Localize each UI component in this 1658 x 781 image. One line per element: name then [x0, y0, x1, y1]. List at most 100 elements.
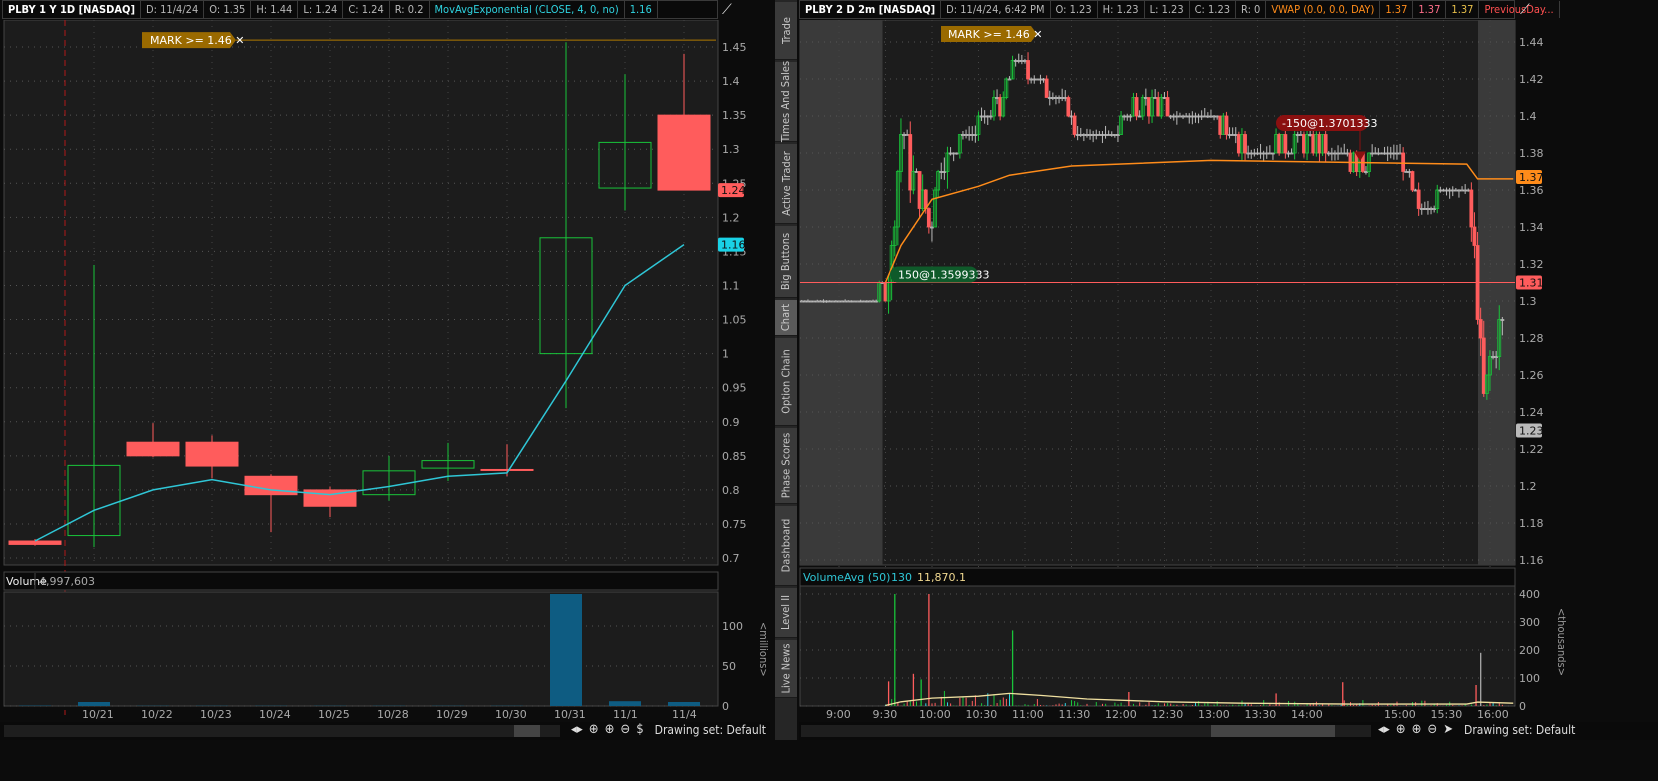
- y-tick-label: 1.28: [1519, 332, 1544, 345]
- volume-average: 11,870.1: [917, 571, 966, 584]
- ema-value-label: 1.16: [721, 239, 746, 252]
- price-bar: [1066, 97, 1071, 117]
- dollar-icon[interactable]: $: [636, 722, 643, 737]
- volume-tick-label: 100: [722, 620, 743, 633]
- right-chart-canvas[interactable]: 1.16 1.18 1.2 1.22 1.24 1.26 1.28 1.3 1.32 1.34 1.…: [797, 20, 1658, 720]
- pointer-icon[interactable]: ➤: [1443, 722, 1453, 737]
- crosshair-icon[interactable]: ⊕: [1396, 722, 1406, 737]
- right-scrollbar[interactable]: [801, 725, 1371, 737]
- price-bar: [926, 208, 931, 228]
- side-tab-big-buttons[interactable]: Big Buttons: [775, 226, 797, 298]
- side-tab-phase-scores[interactable]: Phase Scores: [775, 428, 797, 504]
- price-bar: [1277, 134, 1282, 154]
- y-tick-label: 1.18: [1519, 517, 1544, 530]
- price-bar: [1147, 97, 1151, 117]
- side-tab-label: Live News: [779, 643, 793, 694]
- left-scrollbar[interactable]: [4, 725, 560, 737]
- x-tick-label: 10/28: [377, 708, 409, 720]
- side-tab-live-news[interactable]: Live News: [775, 640, 797, 698]
- sell-fill-label: -150@1.3701333: [1282, 117, 1377, 130]
- price-bar: [1283, 134, 1288, 154]
- x-tick-label: 11/1: [613, 708, 638, 720]
- left-low: L: 1.24: [298, 1, 344, 18]
- side-tab-level-ii[interactable]: Level II: [775, 588, 797, 638]
- volume-tick-label: 0: [722, 700, 729, 713]
- x-tick-label: 12:30: [1152, 708, 1184, 720]
- volume-tick-label: 0: [1519, 700, 1526, 713]
- y-tick-label: 1.35: [722, 109, 747, 122]
- afterhours-shade: [1478, 20, 1515, 565]
- price-bar: [1302, 134, 1306, 154]
- right-volume-unit: <thousands>: [1555, 608, 1568, 676]
- right-study-label[interactable]: VWAP (0.0, 0.0, DAY): [1266, 1, 1381, 18]
- y-tick-label: 0.9: [722, 416, 740, 429]
- last-price-label: 1.23: [1519, 425, 1544, 438]
- pan-icon[interactable]: ◂▸: [571, 722, 583, 737]
- left-study-value: 1.16: [625, 1, 658, 18]
- x-tick-label: 16:00: [1477, 708, 1509, 720]
- zoom-in-icon[interactable]: ⊕: [605, 722, 615, 737]
- volume-header: [3, 571, 719, 591]
- x-tick-label: 10/21: [82, 708, 114, 720]
- x-tick-label: 10/22: [141, 708, 173, 720]
- side-tab-option-chain[interactable]: Option Chain: [775, 338, 797, 426]
- x-tick-label: 11:30: [1059, 708, 1091, 720]
- y-tick-label: 1.42: [1519, 73, 1544, 86]
- side-tab-label: Active Trader: [779, 151, 793, 216]
- right-bottom-toolbar: ◂▸ ⊕ ⊕ ⊖ ➤ Drawing set: Default: [799, 722, 1658, 740]
- volume-bar: [78, 702, 110, 706]
- volume-bar: [609, 701, 641, 706]
- left-chart-canvas[interactable]: 0.70.750.80.850.90.9511.051.11.151.21.25…: [0, 20, 770, 720]
- x-tick-label: 10/31: [554, 708, 586, 720]
- right-drawing-set[interactable]: Drawing set: Default: [1464, 723, 1575, 737]
- right-close: C: 1.23: [1190, 1, 1237, 18]
- pan-icon[interactable]: ◂▸: [1378, 722, 1390, 737]
- side-tab-chart[interactable]: Chart: [775, 300, 797, 336]
- right-high: H: 1.23: [1098, 1, 1145, 18]
- right-chart-header: PLBY 2 D 2m [NASDAQ] D: 11/4/24, 6:42 PM…: [799, 0, 1560, 19]
- left-chart-style-icon[interactable]: ⟋: [722, 2, 732, 18]
- zoom-out-icon[interactable]: ⊖: [1427, 722, 1437, 737]
- y-tick-label: 1.36: [1519, 184, 1544, 197]
- x-tick-label: 13:00: [1198, 708, 1230, 720]
- side-tab-trade[interactable]: Trade: [775, 2, 797, 60]
- x-tick-label: 14:00: [1291, 708, 1323, 720]
- x-tick-label: 13:30: [1245, 708, 1277, 720]
- volume-pane: [799, 585, 1516, 707]
- left-symbol[interactable]: PLBY 1 Y 1D [NASDAQ]: [3, 1, 141, 18]
- premarket-shade: [800, 20, 883, 565]
- price-bar: [1156, 97, 1161, 117]
- x-tick-label: 9:00: [826, 708, 851, 720]
- left-chart-header: PLBY 1 Y 1D [NASDAQ] D: 11/4/24 O: 1.35 …: [2, 0, 718, 19]
- x-tick-label: 10:00: [919, 708, 951, 720]
- side-tab-times-and-sales[interactable]: Times And Sales: [775, 61, 797, 142]
- y-tick-label: 0.95: [722, 382, 747, 395]
- crosshair-icon[interactable]: ⊕: [589, 722, 599, 737]
- price-bar: [1243, 134, 1247, 154]
- price-bar: [1478, 319, 1483, 339]
- zoom-out-icon[interactable]: ⊖: [620, 722, 630, 737]
- price-bar: [1410, 171, 1415, 191]
- side-tab-active-trader[interactable]: Active Trader: [775, 144, 797, 224]
- left-drawing-set[interactable]: Drawing set: Default: [655, 723, 766, 737]
- buy-fill-label: 150@1.3599333: [898, 269, 989, 282]
- price-bar: [1323, 134, 1328, 154]
- price-bar: [1401, 152, 1406, 172]
- side-tab-label: Option Chain: [779, 349, 793, 414]
- zoom-in-icon[interactable]: ⊕: [1412, 722, 1422, 737]
- candle-10/22: [126, 441, 180, 457]
- price-bar: [1165, 97, 1170, 117]
- candle-11/4: [657, 114, 711, 191]
- volume-value: 130: [891, 571, 912, 584]
- x-tick-label: 10/29: [436, 708, 468, 720]
- side-tab-label: Dashboard: [779, 518, 793, 573]
- y-tick-label: 1.38: [1519, 147, 1544, 160]
- left-study-label[interactable]: MovAvgExponential (CLOSE, 4, 0, no): [430, 1, 625, 18]
- volume-value: 4,997,603: [39, 575, 95, 588]
- side-tab-dashboard[interactable]: Dashboard: [775, 506, 797, 586]
- right-symbol[interactable]: PLBY 2 D 2m [NASDAQ]: [800, 1, 942, 18]
- volume-tick-label: 200: [1519, 644, 1540, 657]
- volume-pane: [3, 591, 719, 707]
- right-chart-style-icon[interactable]: ⟋: [1520, 2, 1530, 18]
- left-high: H: 1.44: [251, 1, 299, 18]
